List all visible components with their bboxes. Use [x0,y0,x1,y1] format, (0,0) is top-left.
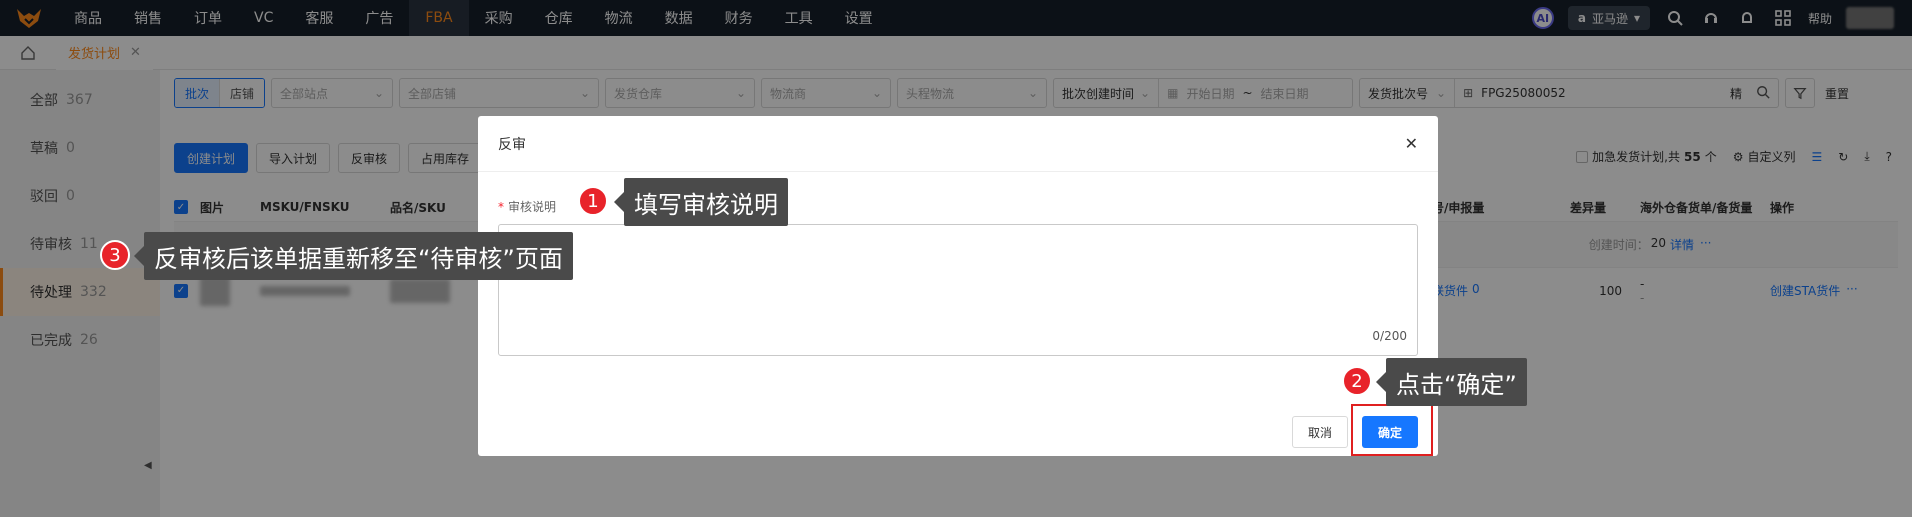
callout-step-2: 点击“确定” [1376,358,1527,406]
review-note-textarea[interactable]: 0/200 [498,224,1418,356]
callout-step-1: 填写审核说明 [614,178,788,226]
step-badge-3: 3 [100,240,130,270]
step-badge-1: 1 [578,186,608,216]
close-icon[interactable]: ✕ [1405,134,1418,153]
step-badge-2: 2 [1342,366,1372,396]
review-note-label: * 审核说明 [498,198,556,215]
char-count: 0/200 [1372,329,1407,343]
review-note-label-text: 审核说明 [508,200,557,214]
dialog-title: 反审 [498,136,526,153]
reverse-review-dialog: 反审 ✕ * 审核说明 0/200 取消 确定 [478,116,1438,456]
required-mark: * [498,200,504,214]
dialog-header: 反审 ✕ [478,116,1438,172]
confirm-highlight-box [1351,404,1433,456]
callout-step-3: 反审核后该单据重新移至“待审核”页面 [134,232,573,280]
cancel-button[interactable]: 取消 [1292,416,1348,448]
